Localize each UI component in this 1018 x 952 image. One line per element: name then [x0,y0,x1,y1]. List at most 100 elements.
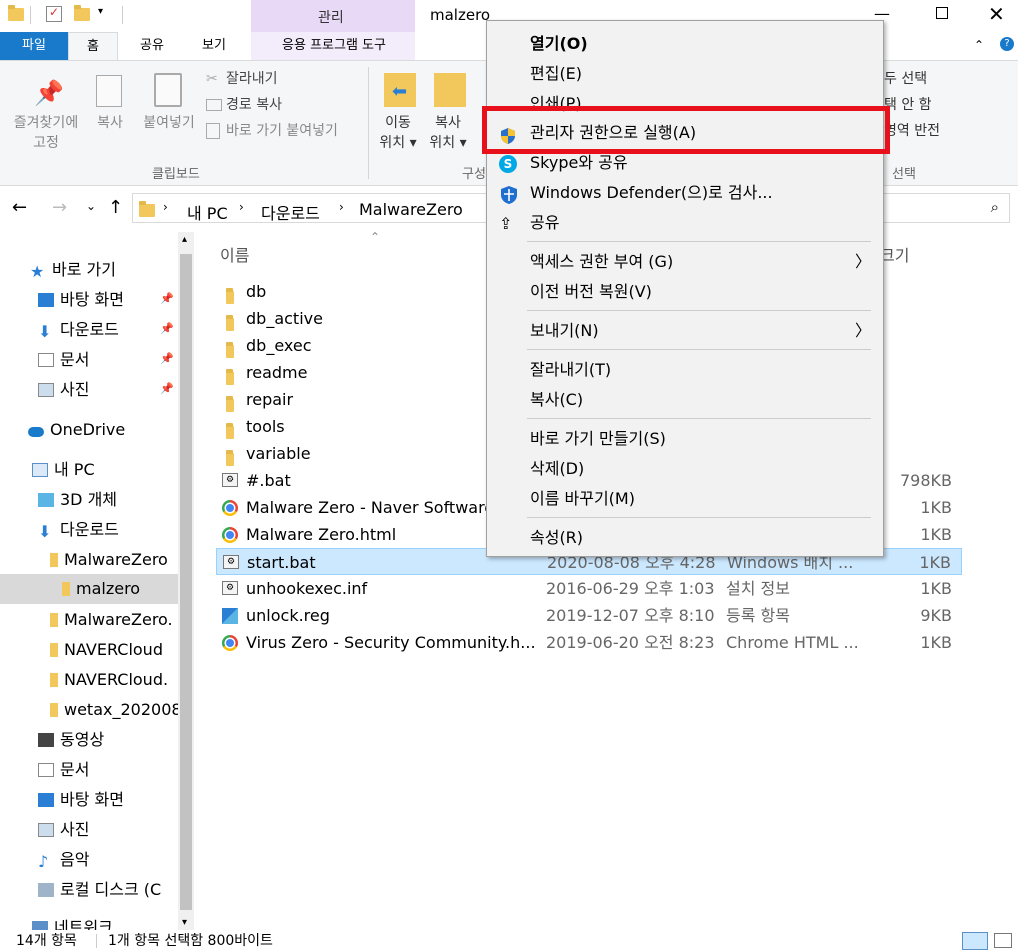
nav-documents[interactable]: 문서 [38,346,89,374]
nav-quick-access[interactable]: ★ 바로 가기 [30,256,116,284]
menu-rename[interactable]: 이름 바꾸기(M) [487,484,883,514]
nav-pictures-2[interactable]: 사진 [38,816,89,844]
menu-label: 보내기(N) [530,321,599,340]
file-type: 등록 항목 [726,606,790,625]
menu-edit[interactable]: 편집(E) [487,59,883,89]
nav-network[interactable]: 네트워크 [32,914,113,930]
item-count: 14개 항목 [16,933,77,949]
select-all-button[interactable]: 두 선택 [884,69,927,89]
nav-wetax[interactable]: wetax_202008 [50,696,178,724]
menu-open[interactable]: 열기(O) [487,29,883,59]
nav-this-pc[interactable]: 내 PC [32,456,95,484]
paste-shortcut-button[interactable]: 바로 가기 붙여넣기 [226,121,338,141]
nav-pictures[interactable]: 사진 [38,376,89,404]
column-header-size[interactable]: 크기 [880,242,909,266]
details-view-icon[interactable] [962,932,988,950]
menu-defender-scan[interactable]: Windows Defender(으)로 검사... [487,178,883,208]
new-folder-icon[interactable] [74,5,90,22]
settings-file-icon: ⚙ [222,581,238,595]
help-icon[interactable]: ? [1000,37,1014,51]
chevron-right-icon: 〉 [854,252,871,271]
menu-send-to[interactable]: 보내기(N) 〉 [487,316,883,346]
paste-button[interactable]: 붙여넣기 [136,113,202,133]
zip-folder-icon [50,643,58,657]
file-row[interactable]: Virus Zero - Security Community.h... 2019… [216,629,962,656]
file-name: unhookexec.inf [246,579,368,598]
nav-videos[interactable]: 동영상 [38,726,104,754]
file-name: start.bat [247,553,316,572]
menu-restore-versions[interactable]: 이전 버전 복원(V) [487,277,883,307]
nav-desktop[interactable]: 바탕 화면 [38,286,124,314]
file-name: tools [246,417,285,436]
scroll-down-icon[interactable]: ▾ [182,917,187,928]
file-name: Malware Zero - Naver Software [246,498,495,517]
tab-file[interactable]: 파일 [0,32,68,60]
nav-malwarezero[interactable]: MalwareZero [50,546,168,574]
sort-arrow-icon: ⌃ [370,230,381,244]
select-none-button[interactable]: 택 안 함 [884,95,932,115]
nav-navercloud-1[interactable]: NAVERCloud [50,636,178,664]
tab-share[interactable]: 공유 [128,32,176,60]
menu-copy[interactable]: 복사(C) [487,385,883,415]
nav-malzero[interactable]: malzero [62,575,140,603]
tab-home[interactable]: 홈 [68,32,118,60]
file-name: db_active [246,309,323,328]
back-button[interactable]: ← [12,197,27,218]
nav-label: 사진 [60,380,90,399]
breadcrumb-this-pc[interactable]: 내 PC [187,200,228,224]
menu-cut[interactable]: 잘라내기(T) [487,355,883,385]
nav-3d-objects[interactable]: 3D 개체 [38,486,117,514]
nav-desktop-2[interactable]: 바탕 화면 [38,786,124,814]
up-button[interactable]: ↑ [108,197,123,218]
nav-downloads-2[interactable]: ⬇ 다운로드 [38,516,119,544]
close-button[interactable]: ✕ [988,2,1005,26]
scrollbar-thumb[interactable] [180,254,192,910]
scissors-icon: ✂ [206,71,218,87]
nav-malwarezero-zip[interactable]: MalwareZero. [50,606,178,634]
nav-music[interactable]: ♪ 음악 [38,846,89,874]
select-group-label: 선택 [892,167,916,182]
nav-label: MalwareZero [64,550,168,569]
nav-navercloud-2[interactable]: NAVERCloud. [50,666,178,694]
tab-view[interactable]: 보기 [190,32,238,60]
copy-path-icon [206,99,222,111]
forward-button[interactable]: → [52,197,67,218]
menu-give-access[interactable]: 액세스 권한 부여 (G) 〉 [487,247,883,277]
large-icons-view-icon[interactable] [994,933,1012,948]
nav-onedrive[interactable]: OneDrive [28,416,125,444]
group-separator [368,67,369,179]
copy-to-button[interactable]: 복사 위치 ▾ [424,113,472,153]
file-date: 2016-06-29 오후 1:03 [546,579,715,598]
pin-to-quick-access-button[interactable]: 즐겨찾기에 고정 [4,113,88,153]
properties-icon[interactable]: ✓ [46,5,62,22]
column-header-name[interactable]: 이름 [220,242,249,266]
cut-button[interactable]: 잘라내기 [226,69,278,89]
pictures-icon [38,383,54,397]
menu-delete[interactable]: 삭제(D) [487,454,883,484]
nav-local-disk[interactable]: 로컬 디스크 (C [38,876,178,904]
file-row[interactable]: unlock.reg 2019-12-07 오후 8:10 등록 항목 9KB [216,602,962,629]
invert-selection-button[interactable]: 영역 반전 [884,121,940,141]
customize-qat-icon[interactable]: ▾ [98,6,103,17]
scroll-up-icon[interactable]: ▴ [182,234,187,245]
nav-label: 문서 [60,350,90,369]
search-input[interactable]: ⌕ [880,193,1010,223]
menu-create-shortcut[interactable]: 바로 가기 만들기(S) [487,424,883,454]
file-row[interactable]: ⚙ unhookexec.inf 2016-06-29 오후 1:03 설치 정보 1K… [216,575,962,602]
copy-path-button[interactable]: 경로 복사 [226,95,282,115]
move-to-button[interactable]: 이동 위치 ▾ [374,113,422,153]
copy-button[interactable]: 복사 [90,113,130,133]
breadcrumb-downloads[interactable]: 다운로드 [261,200,320,224]
maximize-button[interactable] [936,7,948,19]
nav-label: 바탕 화면 [60,790,124,809]
nav-downloads[interactable]: ⬇ 다운로드 [38,316,119,344]
collapse-ribbon-icon[interactable]: ⌃ [974,38,984,52]
menu-properties[interactable]: 속성(R) [487,523,883,553]
file-name: Malware Zero.html [246,525,397,544]
nav-documents-2[interactable]: 문서 [38,756,89,784]
breadcrumb-malwarezero[interactable]: MalwareZero [359,200,463,219]
share-icon: ⇪ [499,214,513,233]
tab-app-tools[interactable]: 응용 프로그램 도구 [255,32,413,60]
menu-share[interactable]: ⇪ 공유 [487,208,883,238]
recent-locations-button[interactable]: ⌄ [86,199,96,213]
